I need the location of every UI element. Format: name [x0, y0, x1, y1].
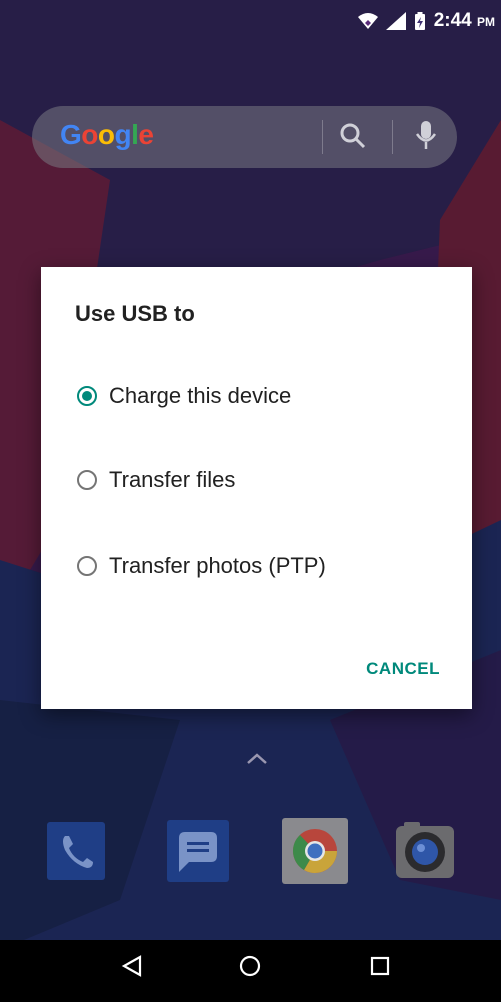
- google-search-bar[interactable]: Google: [32, 106, 457, 168]
- mic-icon[interactable]: [415, 119, 437, 153]
- wifi-icon: [357, 13, 378, 29]
- radio-unselected-icon[interactable]: [77, 556, 97, 576]
- cancel-button[interactable]: CANCEL: [366, 659, 440, 679]
- recents-icon[interactable]: [368, 954, 392, 978]
- camera-icon[interactable]: [392, 818, 458, 884]
- status-time: 2:44 PM: [433, 10, 495, 31]
- usb-options-dialog: Use USB to Charge this device Transfer f…: [41, 267, 472, 709]
- search-icon[interactable]: [338, 121, 368, 151]
- app-drawer-chevron-icon[interactable]: [246, 752, 268, 766]
- status-bar: 2:44 PM: [0, 0, 501, 48]
- battery-charging-icon: [414, 11, 425, 30]
- navigation-bar: [0, 940, 501, 1002]
- messages-icon[interactable]: [165, 818, 231, 884]
- home-icon[interactable]: [238, 954, 262, 978]
- option-label: Transfer files: [109, 467, 236, 492]
- option-transfer-photos-ptp[interactable]: Transfer photos (PTP): [77, 546, 326, 586]
- option-transfer-files[interactable]: Transfer files: [77, 460, 235, 500]
- radio-selected-icon[interactable]: [77, 386, 97, 406]
- google-logo: Google: [60, 119, 154, 150]
- chrome-icon[interactable]: [282, 818, 348, 884]
- dialog-title: Use USB to: [75, 301, 195, 326]
- phone-icon[interactable]: [43, 818, 109, 884]
- radio-unselected-icon[interactable]: [77, 470, 97, 490]
- cellular-signal-icon: [385, 12, 406, 30]
- option-label: Transfer photos (PTP): [109, 553, 326, 578]
- option-charge-this-device[interactable]: Charge this device: [77, 376, 291, 416]
- back-icon[interactable]: [120, 954, 144, 978]
- option-label: Charge this device: [109, 383, 292, 408]
